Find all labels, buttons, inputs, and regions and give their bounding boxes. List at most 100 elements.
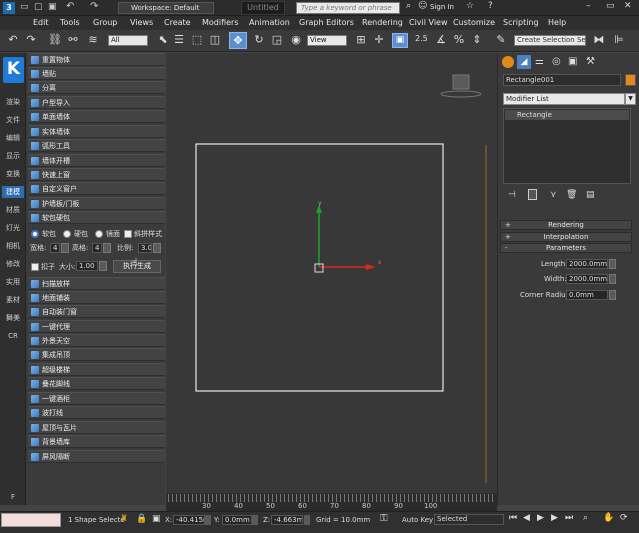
menu-civil-view[interactable]: Civil View bbox=[409, 17, 448, 29]
x-coord-input[interactable]: -40.415mm bbox=[173, 515, 205, 525]
menu-edit[interactable]: Edit bbox=[33, 17, 49, 29]
strip-item-modeling[interactable]: 建模 bbox=[2, 186, 24, 198]
menu-group[interactable]: Group bbox=[93, 17, 117, 29]
corner-radius-spinner-icon[interactable] bbox=[609, 290, 616, 300]
width-spinner-icon[interactable] bbox=[609, 274, 616, 284]
chevron-down-icon[interactable]: ▼ bbox=[625, 93, 636, 105]
width-grid-spinner-icon[interactable] bbox=[61, 243, 69, 253]
workspace-select[interactable]: Workspace: Default bbox=[118, 2, 214, 14]
y-coord-input[interactable]: 0.0mm bbox=[222, 515, 252, 525]
key-icon[interactable]: ⚿ bbox=[380, 513, 388, 524]
tool-row-wall-library[interactable]: 背景墙库 bbox=[28, 435, 165, 448]
tool-row-solid-wall[interactable]: 实体墙体 bbox=[28, 125, 165, 138]
y-spinner-icon[interactable] bbox=[252, 515, 258, 525]
link-icon[interactable]: ⛓ bbox=[48, 33, 62, 47]
unlink-icon[interactable]: ⚯ bbox=[66, 33, 80, 47]
play-icon[interactable]: ▶ bbox=[537, 513, 544, 523]
spinner-snap-icon[interactable]: ⇕ bbox=[470, 33, 484, 47]
menu-customize[interactable]: Customize bbox=[453, 17, 495, 29]
next-frame-icon[interactable]: ▶ bbox=[551, 513, 558, 523]
pivot-icon[interactable]: ⊞ bbox=[354, 33, 368, 47]
undo-small-icon[interactable]: ↶ bbox=[66, 1, 74, 12]
tool-row-border-line[interactable]: 波打线 bbox=[28, 406, 165, 419]
modifier-list-select[interactable]: Modifier List bbox=[503, 93, 625, 105]
select-manipulate-icon[interactable]: ✛ bbox=[372, 33, 386, 47]
reference-coord-select[interactable]: View bbox=[307, 35, 347, 46]
length-input[interactable]: 2000.0mm bbox=[566, 259, 608, 269]
new-file-icon[interactable]: ▭ bbox=[20, 2, 29, 12]
strip-item-display[interactable]: 显示 bbox=[2, 151, 24, 161]
tool-row-custom-window[interactable]: 自定义窗户 bbox=[28, 182, 165, 195]
width-input[interactable]: 2000.0mm bbox=[566, 274, 608, 284]
search-icon[interactable]: ⌕ bbox=[406, 1, 411, 11]
prev-frame-icon[interactable]: ◀ bbox=[523, 513, 530, 523]
rollout-rendering[interactable]: + Rendering bbox=[500, 220, 632, 230]
ratio-input[interactable]: 3.0 bbox=[138, 243, 152, 253]
tool-row-floor-tile[interactable]: 地面铺装 bbox=[28, 291, 165, 304]
strip-item-transform[interactable]: 变换 bbox=[2, 169, 24, 179]
app-logo-icon[interactable]: 3 bbox=[3, 2, 15, 14]
edit-named-sets-icon[interactable]: ✎ bbox=[494, 33, 508, 47]
menu-create[interactable]: Create bbox=[164, 17, 191, 29]
tool-row-wall-groove[interactable]: 墙体开槽 bbox=[28, 154, 165, 167]
remove-modifier-icon[interactable]: 🗑 bbox=[566, 190, 577, 200]
tool-row-arc-tool[interactable]: 弧形工具 bbox=[28, 139, 165, 152]
go-to-start-icon[interactable]: ⏮ bbox=[509, 513, 517, 523]
redo-icon[interactable]: ↷ bbox=[24, 33, 38, 47]
viewport[interactable]: y x bbox=[166, 53, 497, 493]
bind-space-warp-icon[interactable]: ≋ bbox=[86, 33, 100, 47]
x-spinner-icon[interactable] bbox=[205, 515, 211, 525]
isolate-icon[interactable]: ♜ bbox=[120, 514, 128, 524]
radio-mirror[interactable] bbox=[95, 230, 103, 238]
tool-row-reset-object[interactable]: 重置物体 bbox=[28, 53, 165, 66]
place-icon[interactable]: ◉ bbox=[289, 33, 303, 47]
plugin-logo[interactable]: K bbox=[3, 57, 24, 83]
strip-item-utility[interactable]: 实用 bbox=[2, 277, 24, 287]
tool-row-sweep-loft[interactable]: 扫描放样 bbox=[28, 277, 165, 290]
utilities-tab-icon[interactable]: ⚒ bbox=[586, 56, 595, 67]
maxscript-listener[interactable] bbox=[1, 513, 61, 527]
star-icon[interactable]: ☆ bbox=[466, 1, 474, 11]
display-tab-icon[interactable]: ▣ bbox=[568, 56, 577, 67]
select-object-icon[interactable]: ⬉ bbox=[156, 33, 170, 47]
rollout-parameters[interactable]: - Parameters bbox=[500, 243, 632, 253]
selection-filter-select[interactable]: All bbox=[108, 35, 148, 46]
stack-item-rectangle[interactable]: Rectangle bbox=[505, 110, 629, 120]
tool-row-auto-door-window[interactable]: 自动装门窗 bbox=[28, 305, 165, 318]
named-selection-select[interactable]: Create Selection Se bbox=[514, 35, 586, 46]
tool-row-screen-partition[interactable]: 屏风隔断 bbox=[28, 450, 165, 463]
open-file-icon[interactable]: ▢ bbox=[34, 2, 43, 12]
rotate-icon[interactable]: ↻ bbox=[252, 33, 266, 47]
tool-row-detach[interactable]: 分离 bbox=[28, 81, 165, 94]
help-icon[interactable]: ? bbox=[488, 1, 493, 11]
orbit-icon[interactable]: ⟳ bbox=[620, 513, 628, 523]
strip-item-render[interactable]: 渲染 bbox=[2, 97, 24, 107]
size-spinner-icon[interactable] bbox=[99, 261, 107, 271]
select-by-name-icon[interactable]: ☰ bbox=[172, 33, 186, 47]
width-grid-input[interactable]: 4 bbox=[50, 243, 60, 253]
tool-row-stairs[interactable]: 超级楼梯 bbox=[28, 363, 165, 376]
angle-snap-icon[interactable]: ∡ bbox=[434, 33, 448, 47]
move-tool-button[interactable]: ✥ bbox=[229, 32, 247, 49]
hierarchy-tab-icon[interactable]: ⚌ bbox=[535, 56, 544, 67]
strip-item-f[interactable]: F bbox=[2, 492, 24, 502]
motion-tab-icon[interactable]: ◎ bbox=[552, 56, 561, 67]
show-end-result-icon[interactable] bbox=[528, 189, 537, 200]
time-ruler[interactable]: 30 40 50 60 70 80 90 100 bbox=[166, 493, 497, 511]
strip-item-material[interactable]: 材质 bbox=[2, 205, 24, 215]
user-icon[interactable]: ☺ bbox=[418, 1, 427, 11]
strip-item-edit[interactable]: 编辑 bbox=[2, 133, 24, 143]
tool-row-wall-sticker[interactable]: 墙贴 bbox=[28, 67, 165, 80]
menu-scripting[interactable]: Scripting bbox=[503, 17, 539, 29]
menu-animation[interactable]: Animation bbox=[249, 17, 290, 29]
pin-stack-icon[interactable]: ⊣ bbox=[508, 190, 516, 200]
snap-toggle-label[interactable]: 2.5 bbox=[415, 34, 428, 43]
go-to-end-icon[interactable]: ⏭ bbox=[565, 513, 573, 523]
tool-row-soft-hard-pack[interactable]: 软包硬包 bbox=[28, 211, 165, 224]
rect-selection-icon[interactable]: ⬚ bbox=[190, 33, 204, 47]
tool-row-proxy[interactable]: 一键代理 bbox=[28, 320, 165, 333]
radio-soft-pack[interactable] bbox=[31, 230, 39, 238]
object-name-field[interactable]: Rectangle001 bbox=[503, 74, 621, 86]
undo-icon[interactable]: ↶ bbox=[6, 33, 20, 47]
strip-item-modify[interactable]: 修改 bbox=[2, 259, 24, 269]
